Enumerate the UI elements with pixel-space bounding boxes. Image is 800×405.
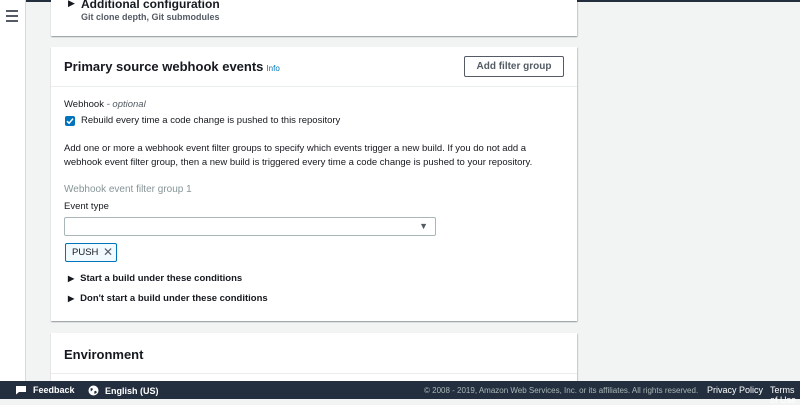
additional-configuration-title[interactable]: Additional configuration <box>81 0 220 11</box>
privacy-policy-link[interactable]: Privacy Policy <box>707 385 763 395</box>
webhook-label: Webhook - optional <box>64 99 146 110</box>
additional-configuration-subtitle: Git clone depth, Git submodules <box>81 12 220 22</box>
webhook-section-title-text: Primary source webhook events <box>64 59 264 74</box>
event-token-push: PUSH ✕ <box>65 243 117 262</box>
expand-caret-icon: ▶ <box>68 274 75 283</box>
speech-bubble-icon <box>16 386 26 395</box>
filter-group-title: Webhook event filter group 1 <box>64 184 192 195</box>
feedback-label: Feedback <box>33 385 75 395</box>
section-divider <box>51 373 577 374</box>
remove-token-icon[interactable]: ✕ <box>103 245 113 259</box>
webhook-label-text: Webhook <box>64 99 104 110</box>
webhook-section-title: Primary source webhook events Info <box>64 59 280 74</box>
webhook-events-card: Primary source webhook events Info Add fi… <box>51 47 577 321</box>
webhook-card-header: Primary source webhook events Info Add fi… <box>51 47 577 87</box>
start-build-conditions-expander[interactable]: ▶ Start a build under these conditions <box>68 273 242 284</box>
copyright-text: © 2008 - 2019, Amazon Web Services, Inc.… <box>424 386 699 395</box>
globe-icon <box>88 385 99 396</box>
expander-label: Start a build under these conditions <box>80 273 243 284</box>
event-type-label: Event type <box>64 201 109 212</box>
console-footer: Feedback English (US) © 2008 - 2019, Ama… <box>0 381 800 405</box>
dont-start-build-conditions-expander[interactable]: ▶ Don't start a build under these conditi… <box>68 293 268 304</box>
expander-label: Don't start a build under these conditio… <box>80 293 268 304</box>
expand-caret-icon: ▶ <box>68 294 75 303</box>
info-link[interactable]: Info <box>266 64 279 73</box>
dropdown-arrow-icon: ▼ <box>419 221 428 231</box>
environment-section-title: Environment <box>64 347 144 362</box>
additional-configuration-card: ▶ Additional configuration Git clone dep… <box>51 0 577 36</box>
terms-of-use-link[interactable]: Terms of Use <box>770 385 800 405</box>
language-selector[interactable]: English (US) <box>88 385 159 396</box>
rebuild-checkbox-label[interactable]: Rebuild every time a code change is push… <box>81 115 340 126</box>
feedback-link[interactable]: Feedback <box>15 385 75 395</box>
token-label: PUSH <box>72 247 99 258</box>
checkmark-icon <box>66 118 74 125</box>
event-type-select[interactable]: ▼ <box>64 217 436 236</box>
language-label: English (US) <box>105 385 159 396</box>
webhook-optional-text: - optional <box>106 99 146 110</box>
side-navigation-rail <box>0 0 26 381</box>
rebuild-checkbox[interactable] <box>65 116 75 126</box>
hamburger-menu-icon[interactable] <box>6 10 18 25</box>
environment-card: Environment <box>51 333 577 381</box>
add-filter-group-button[interactable]: Add filter group <box>464 56 564 77</box>
expand-caret-icon[interactable]: ▶ <box>68 0 75 9</box>
webhook-description: Add one or more a webhook event filter g… <box>64 143 533 168</box>
